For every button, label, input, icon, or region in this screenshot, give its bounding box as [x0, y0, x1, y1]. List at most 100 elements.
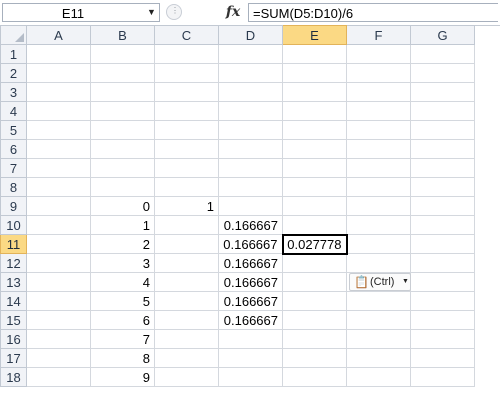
cell-a16[interactable]: [26, 329, 91, 349]
cell-g7[interactable]: [410, 158, 475, 178]
cell-b13[interactable]: 4: [90, 272, 155, 292]
cell-a1[interactable]: [26, 44, 91, 64]
formula-input[interactable]: =SUM(D5:D10)/6: [248, 3, 498, 22]
cell-e16[interactable]: [282, 329, 347, 349]
cell-c11[interactable]: [154, 234, 219, 254]
cell-e14[interactable]: [282, 291, 347, 311]
cell-e7[interactable]: [282, 158, 347, 178]
row-header-5[interactable]: 5: [0, 120, 27, 140]
cell-b12[interactable]: 3: [90, 253, 155, 273]
cell-e15[interactable]: [282, 310, 347, 330]
column-header-g[interactable]: G: [410, 25, 475, 45]
cell-e8[interactable]: [282, 177, 347, 197]
cell-d6[interactable]: [218, 139, 283, 159]
cell-f4[interactable]: [346, 101, 411, 121]
cell-c14[interactable]: [154, 291, 219, 311]
row-header-10[interactable]: 10: [0, 215, 27, 235]
cell-c1[interactable]: [154, 44, 219, 64]
cell-g12[interactable]: [410, 253, 475, 273]
cell-g5[interactable]: [410, 120, 475, 140]
cell-g10[interactable]: [410, 215, 475, 235]
cell-g16[interactable]: [410, 329, 475, 349]
cell-g9[interactable]: [410, 196, 475, 216]
select-all-corner[interactable]: [0, 25, 27, 45]
column-header-c[interactable]: C: [154, 25, 219, 45]
cell-f1[interactable]: [346, 44, 411, 64]
cell-e18[interactable]: [282, 367, 347, 387]
row-header-17[interactable]: 17: [0, 348, 27, 368]
dropdown-arrow-icon[interactable]: ▼: [402, 278, 409, 285]
cell-d16[interactable]: [218, 329, 283, 349]
cell-b7[interactable]: [90, 158, 155, 178]
cell-d13[interactable]: 0.166667: [218, 272, 283, 292]
cell-f16[interactable]: [346, 329, 411, 349]
column-header-e[interactable]: E: [282, 25, 347, 45]
cell-c12[interactable]: [154, 253, 219, 273]
cell-f6[interactable]: [346, 139, 411, 159]
cell-g15[interactable]: [410, 310, 475, 330]
row-header-7[interactable]: 7: [0, 158, 27, 178]
cell-f9[interactable]: [346, 196, 411, 216]
cell-d8[interactable]: [218, 177, 283, 197]
cell-c7[interactable]: [154, 158, 219, 178]
cell-c2[interactable]: [154, 63, 219, 83]
name-box[interactable]: E11 ▼: [2, 3, 160, 22]
row-header-4[interactable]: 4: [0, 101, 27, 121]
cell-e13[interactable]: [282, 272, 347, 292]
row-header-2[interactable]: 2: [0, 63, 27, 83]
cell-f10[interactable]: [346, 215, 411, 235]
column-header-a[interactable]: A: [26, 25, 91, 45]
cell-c4[interactable]: [154, 101, 219, 121]
row-header-13[interactable]: 13: [0, 272, 27, 292]
cell-a8[interactable]: [26, 177, 91, 197]
cell-a7[interactable]: [26, 158, 91, 178]
cell-c3[interactable]: [154, 82, 219, 102]
row-header-3[interactable]: 3: [0, 82, 27, 102]
cell-b1[interactable]: [90, 44, 155, 64]
cell-g18[interactable]: [410, 367, 475, 387]
cell-d5[interactable]: [218, 120, 283, 140]
cell-g4[interactable]: [410, 101, 475, 121]
cell-c16[interactable]: [154, 329, 219, 349]
cell-a11[interactable]: [26, 234, 91, 254]
cell-f5[interactable]: [346, 120, 411, 140]
cell-a3[interactable]: [26, 82, 91, 102]
cell-f8[interactable]: [346, 177, 411, 197]
cell-d17[interactable]: [218, 348, 283, 368]
cell-d2[interactable]: [218, 63, 283, 83]
row-header-8[interactable]: 8: [0, 177, 27, 197]
cell-a15[interactable]: [26, 310, 91, 330]
cell-f7[interactable]: [346, 158, 411, 178]
cell-f14[interactable]: [346, 291, 411, 311]
cell-d7[interactable]: [218, 158, 283, 178]
cell-e12[interactable]: [282, 253, 347, 273]
cell-a5[interactable]: [26, 120, 91, 140]
cell-f3[interactable]: [346, 82, 411, 102]
column-header-b[interactable]: B: [90, 25, 155, 45]
dropdown-arrow-icon[interactable]: ▼: [147, 7, 156, 17]
cell-c9[interactable]: 1: [154, 196, 219, 216]
cell-a18[interactable]: [26, 367, 91, 387]
cell-e3[interactable]: [282, 82, 347, 102]
cell-b4[interactable]: [90, 101, 155, 121]
row-header-15[interactable]: 15: [0, 310, 27, 330]
cell-c8[interactable]: [154, 177, 219, 197]
cell-b3[interactable]: [90, 82, 155, 102]
cell-e1[interactable]: [282, 44, 347, 64]
cell-d12[interactable]: 0.166667: [218, 253, 283, 273]
cell-a12[interactable]: [26, 253, 91, 273]
cell-d3[interactable]: [218, 82, 283, 102]
cell-e17[interactable]: [282, 348, 347, 368]
cell-g6[interactable]: [410, 139, 475, 159]
cell-b17[interactable]: 8: [90, 348, 155, 368]
cell-e11[interactable]: 0.027778: [281, 233, 348, 255]
cell-g14[interactable]: [410, 291, 475, 311]
cell-f18[interactable]: [346, 367, 411, 387]
cell-d9[interactable]: [218, 196, 283, 216]
column-header-f[interactable]: F: [346, 25, 411, 45]
cell-b14[interactable]: 5: [90, 291, 155, 311]
cell-g17[interactable]: [410, 348, 475, 368]
cell-b2[interactable]: [90, 63, 155, 83]
cell-c10[interactable]: [154, 215, 219, 235]
cell-b5[interactable]: [90, 120, 155, 140]
